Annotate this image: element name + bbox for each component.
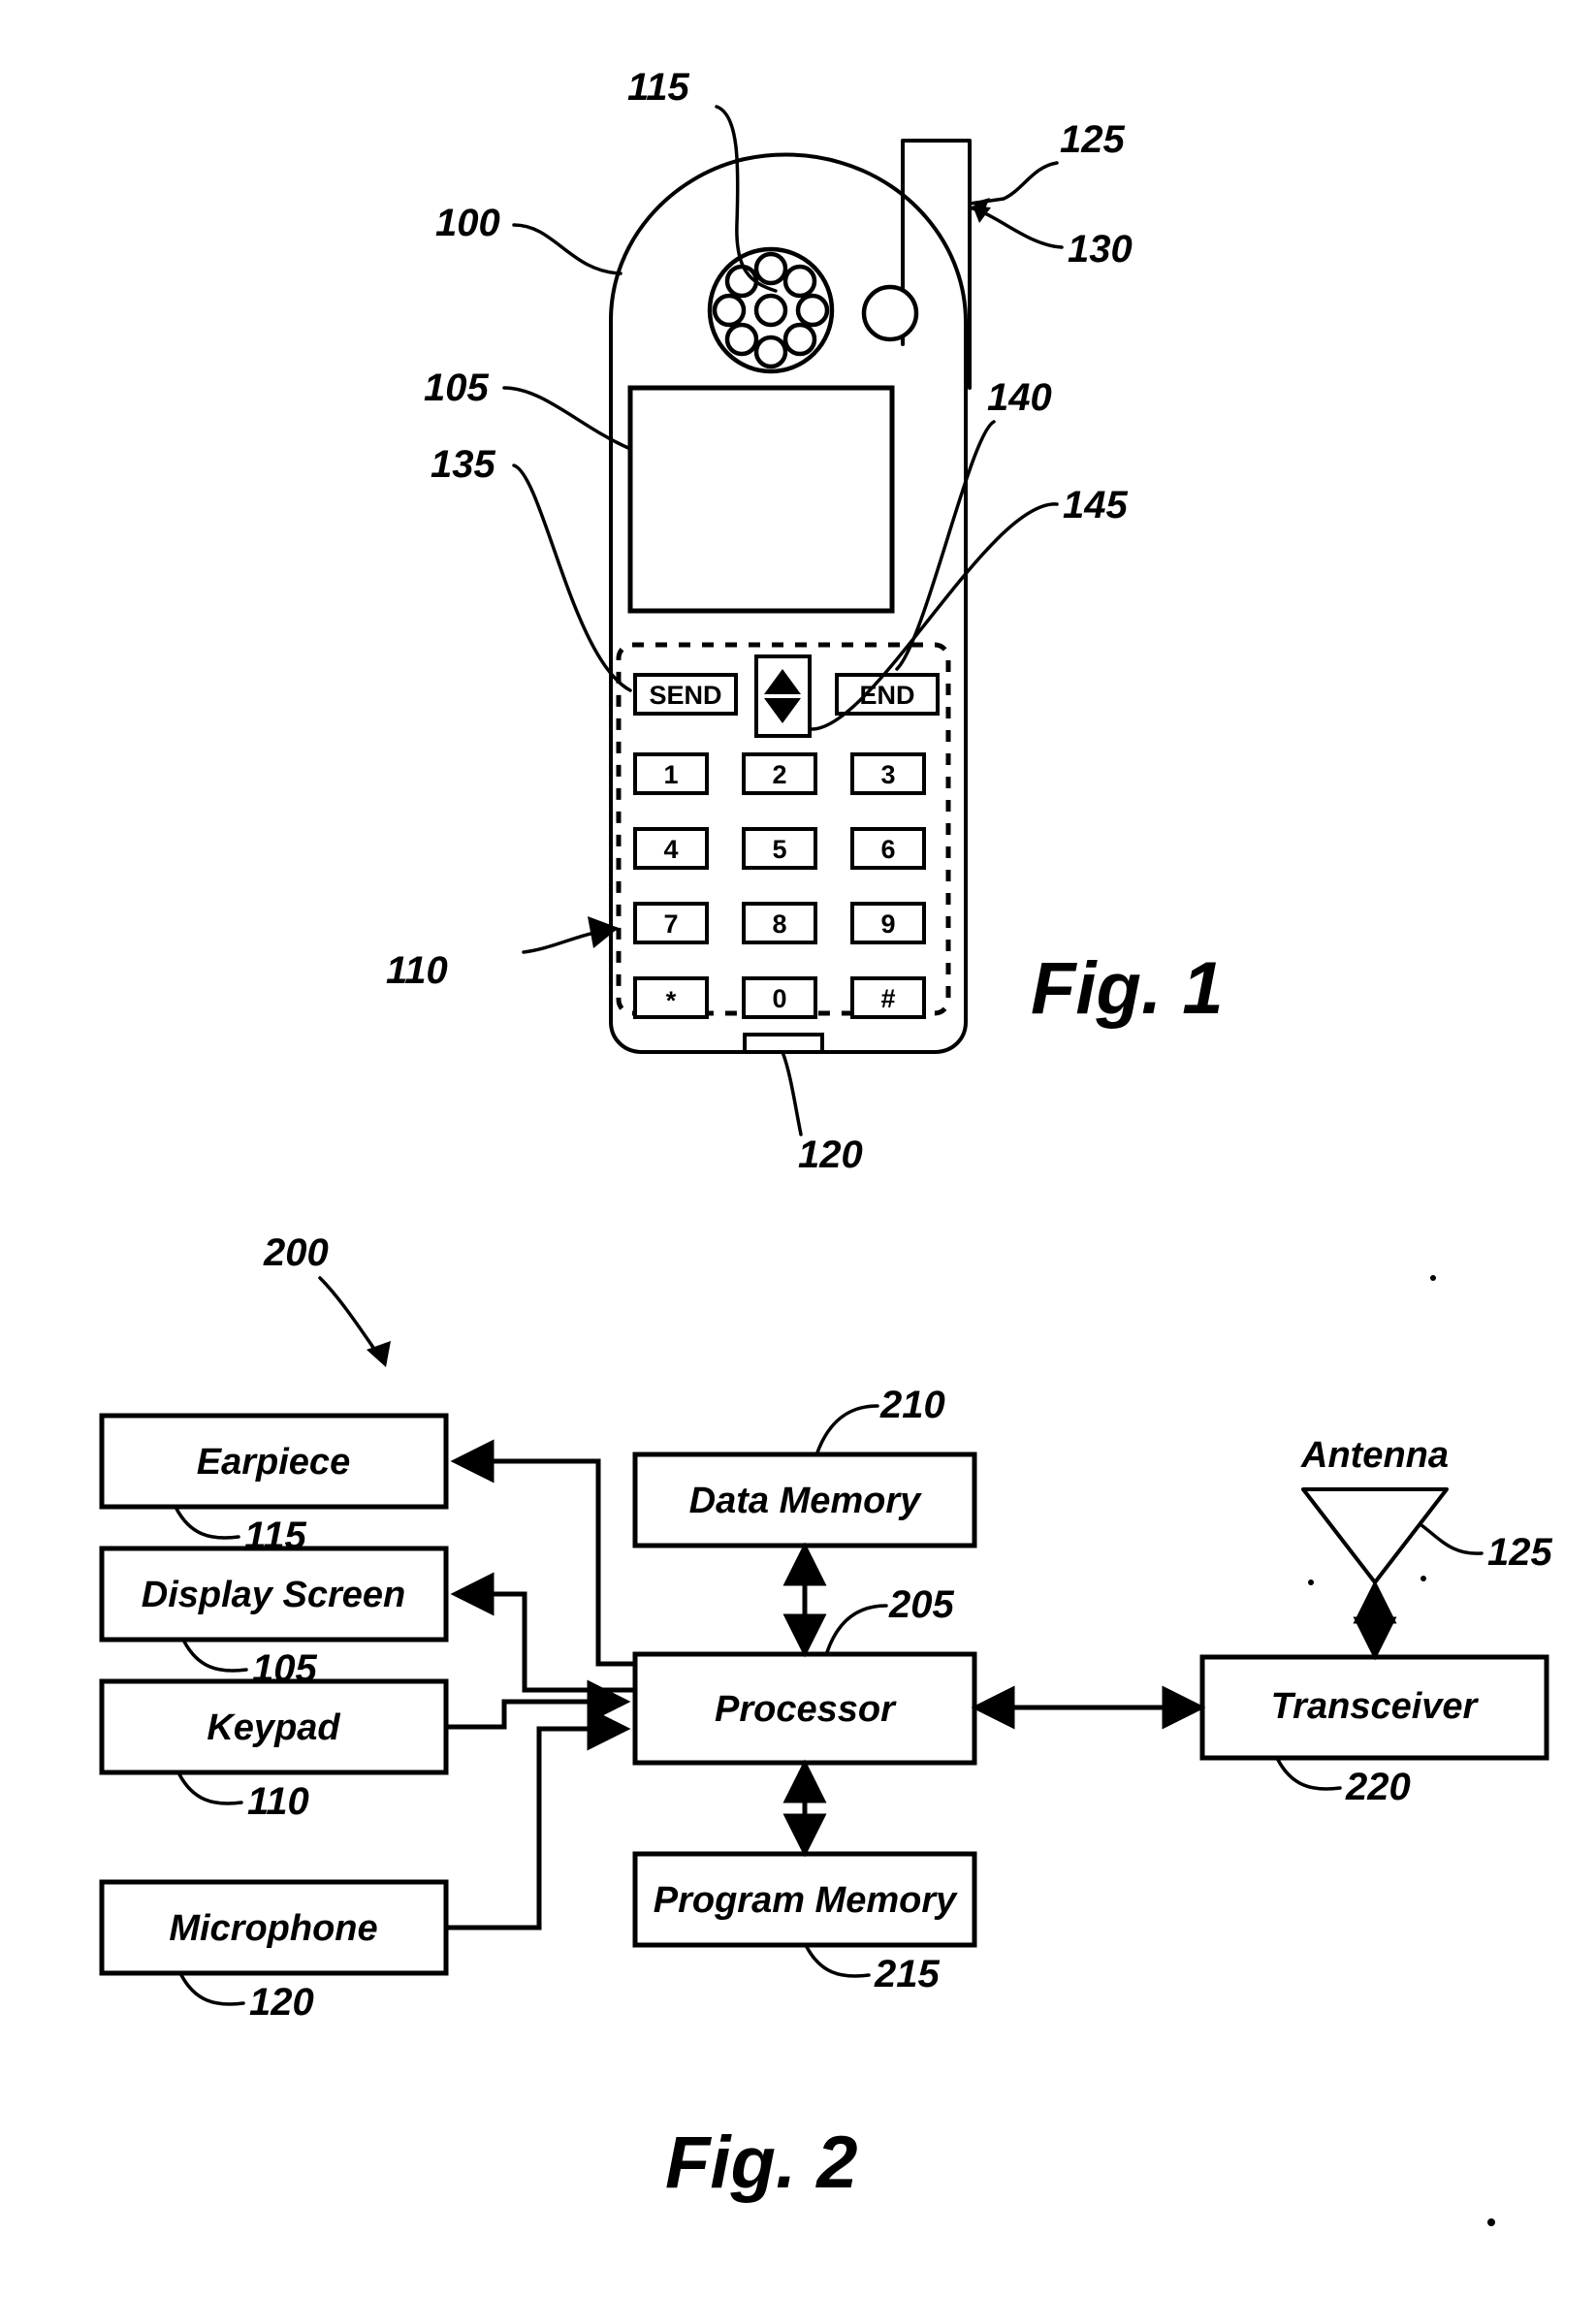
leader-fig2-205 <box>825 1604 888 1654</box>
ref-fig2-120: 120 <box>249 1981 314 2024</box>
leader-fig2-120 <box>179 1973 245 2006</box>
microphone-fig1 <box>743 1033 824 1054</box>
ref-fig2-215: 215 <box>874 1953 940 1995</box>
block-keypad-label: Keypad <box>207 1707 340 1748</box>
block-microphone-label: Microphone <box>169 1908 377 1949</box>
key-6-label: 6 <box>880 835 895 864</box>
ref-100: 100 <box>435 202 500 244</box>
block-antenna-label: Antenna <box>1300 1435 1449 1476</box>
figure-1-caption: Fig. 1 <box>1031 947 1223 1030</box>
leader-fig2-215 <box>805 1945 871 1978</box>
ref-200: 200 <box>263 1231 329 1274</box>
ref-135: 135 <box>431 443 495 486</box>
conn-processor-display <box>450 1572 635 1693</box>
key-hash-label: # <box>880 984 895 1013</box>
ref-120: 120 <box>798 1133 863 1176</box>
ref-fig2-125: 125 <box>1487 1531 1552 1574</box>
display-screen-fig1 <box>627 385 895 614</box>
block-display-screen-label: Display Screen <box>142 1575 405 1615</box>
scan-speck-3 <box>1420 1576 1426 1581</box>
key-star-label: * <box>666 986 677 1015</box>
leader-200 <box>318 1276 382 1359</box>
earpiece-fig1 <box>707 246 835 374</box>
antenna-triangle-fig2 <box>1301 1487 1449 1584</box>
figure-2-caption: Fig. 2 <box>665 2122 857 2204</box>
key-0-label: 0 <box>772 984 786 1013</box>
ref-140: 140 <box>987 376 1052 419</box>
conn-microphone-processor <box>446 1707 631 1930</box>
ref-110: 110 <box>386 949 448 992</box>
ref-130: 130 <box>1068 228 1133 271</box>
key-9-label: 9 <box>880 909 895 939</box>
ref-115: 115 <box>627 66 690 109</box>
scan-speck-1 <box>1430 1275 1436 1281</box>
indicator-lamp-fig1 <box>861 284 919 342</box>
leader-125 <box>968 161 1059 206</box>
key-7-label: 7 <box>663 909 678 939</box>
leader-fig2-220 <box>1276 1758 1342 1791</box>
arrowhead-110 <box>588 916 619 948</box>
ref-145: 145 <box>1063 484 1128 526</box>
patent-drawing-sheet: SEND END 1 2 3 4 5 6 7 8 9 * 0 # 100 115… <box>0 0 1596 2297</box>
scan-speck-4 <box>1487 2218 1495 2226</box>
figure-2-group: 200 Earpiece 115 Display Screen 105 Keyp… <box>99 1231 1552 2226</box>
block-transceiver-label: Transceiver <box>1271 1686 1480 1727</box>
key-8-label: 8 <box>772 909 786 939</box>
block-earpiece-label: Earpiece <box>197 1442 350 1483</box>
conn-keypad-processor <box>446 1679 631 1730</box>
end-key-label: END <box>859 681 914 710</box>
block-data-memory-label: Data Memory <box>689 1481 922 1521</box>
numeric-keys-fig1: 1 2 3 4 5 6 7 8 9 * 0 # <box>633 752 926 1019</box>
conn-processor-earpiece <box>450 1439 635 1667</box>
leader-fig2-110 <box>177 1772 243 1805</box>
navigation-key-fig1[interactable] <box>754 654 812 738</box>
block-program-memory-label: Program Memory <box>654 1880 958 1921</box>
leader-100 <box>512 223 622 275</box>
scan-speck-2 <box>1308 1579 1314 1585</box>
ref-fig2-110: 110 <box>247 1780 309 1823</box>
key-1-label: 1 <box>663 760 678 789</box>
send-key-label: SEND <box>649 681 721 710</box>
block-processor-label: Processor <box>715 1689 897 1730</box>
key-5-label: 5 <box>772 835 786 864</box>
antenna-fig1 <box>901 139 972 390</box>
leader-fig2-210 <box>815 1404 879 1454</box>
key-3-label: 3 <box>880 760 895 789</box>
leader-120 <box>781 1050 803 1136</box>
leader-fig2-105 <box>182 1640 248 1673</box>
key-4-label: 4 <box>663 835 678 864</box>
ref-fig2-210: 210 <box>879 1384 945 1426</box>
key-2-label: 2 <box>772 760 786 789</box>
ref-fig2-205: 205 <box>888 1583 954 1626</box>
ref-125: 125 <box>1060 118 1125 161</box>
drawing-canvas: SEND END 1 2 3 4 5 6 7 8 9 * 0 # 100 115… <box>99 66 1552 2226</box>
figure-1-group: SEND END 1 2 3 4 5 6 7 8 9 * 0 # 100 115… <box>386 66 1223 1176</box>
leader-fig2-125 <box>1420 1523 1484 1555</box>
leader-fig2-115 <box>175 1507 240 1540</box>
leader-140 <box>895 420 996 671</box>
ref-fig2-220: 220 <box>1345 1766 1411 1808</box>
ref-105: 105 <box>424 367 489 409</box>
